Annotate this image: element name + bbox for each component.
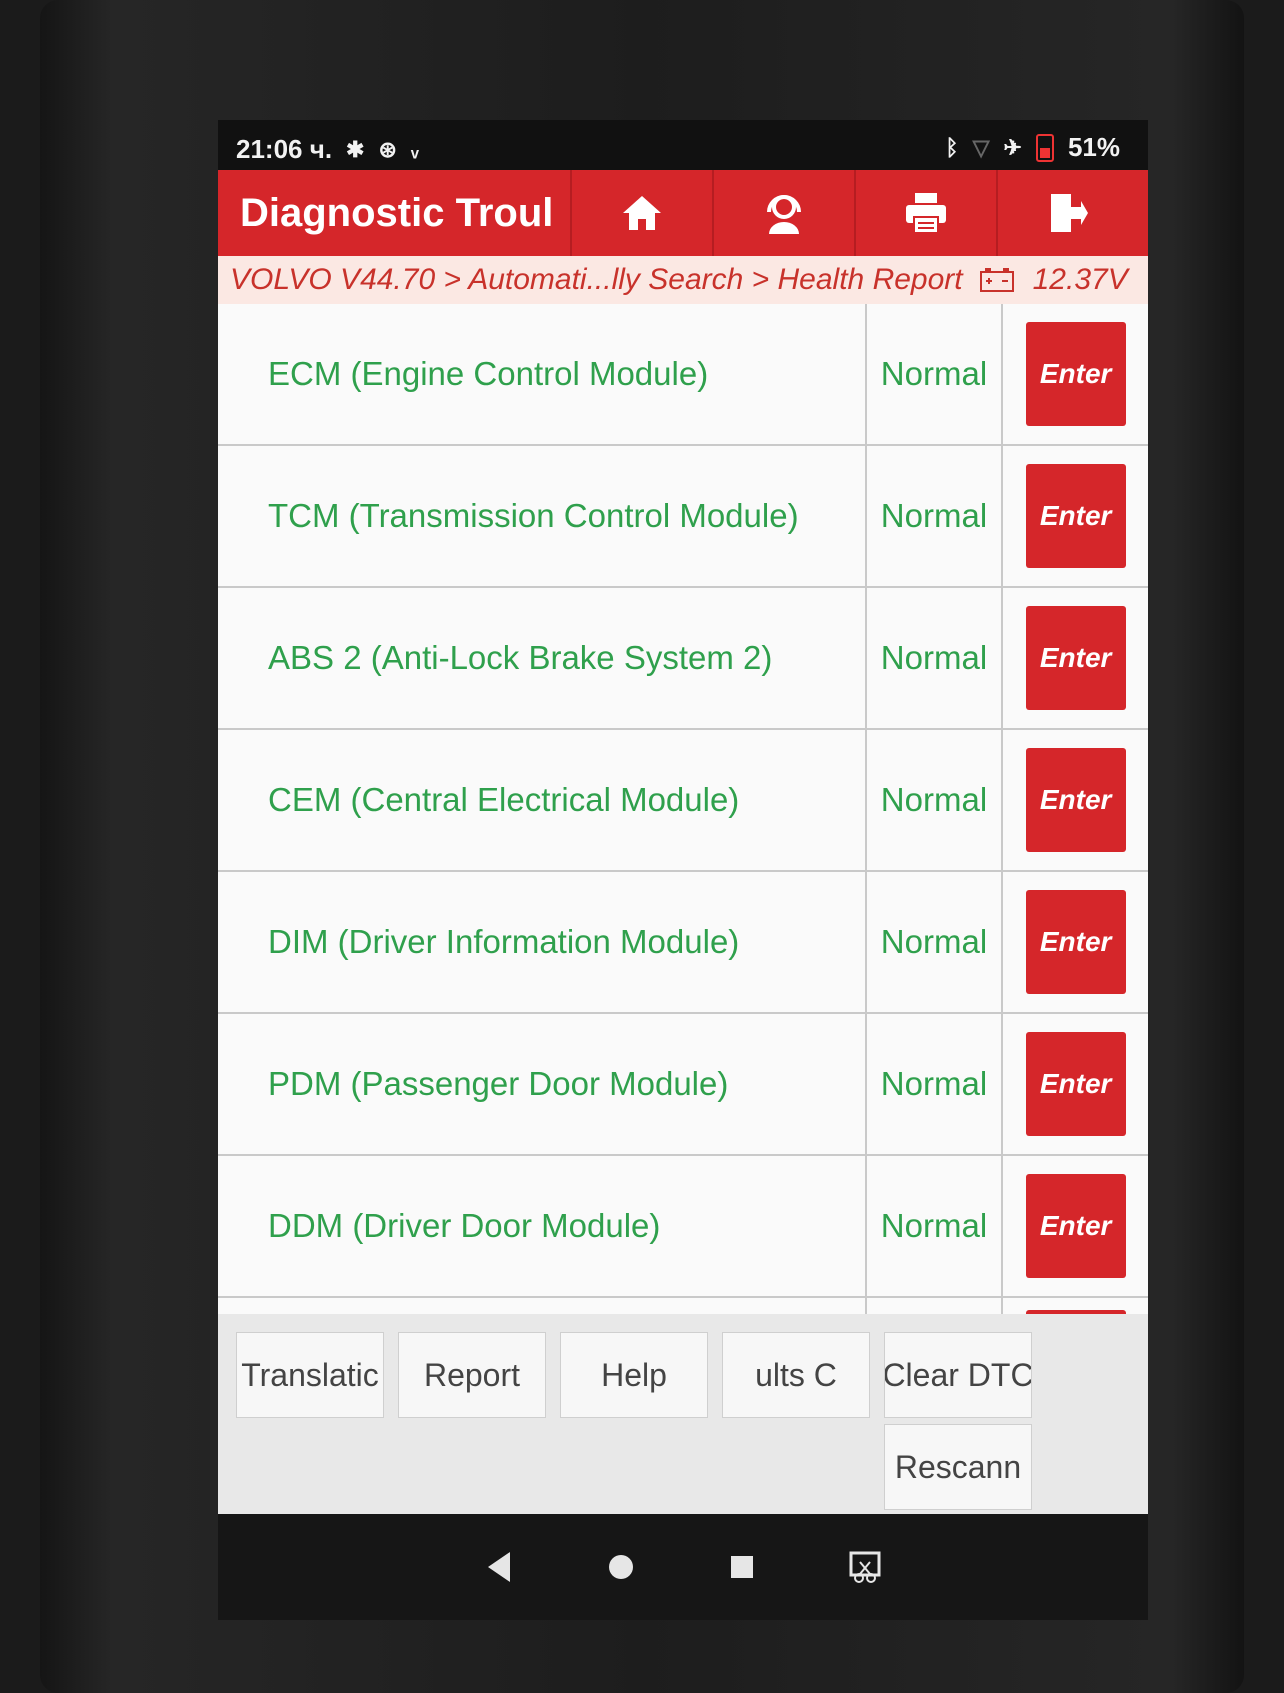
home-nav-icon[interactable]: [606, 1552, 636, 1582]
module-name: PDM (Passenger Door Module): [218, 1014, 867, 1154]
support-button[interactable]: [712, 170, 854, 256]
module-status: Normal: [867, 588, 1004, 728]
table-row: ABS 2 (Anti-Lock Brake System 2) Normal …: [218, 588, 1148, 730]
home-icon: [623, 196, 661, 230]
module-name: CEM (Central Electrical Module): [218, 730, 867, 870]
module-status-empty: [867, 1298, 1004, 1314]
home-button[interactable]: [570, 170, 712, 256]
clear-dtc-button[interactable]: Clear DTC: [884, 1332, 1032, 1418]
exit-button[interactable]: [996, 170, 1138, 256]
battery-voltage: 12.37V: [1032, 263, 1128, 296]
recents-icon[interactable]: [728, 1553, 756, 1581]
app-header: Diagnostic Troul: [218, 170, 1148, 256]
enter-button[interactable]: Enter: [1025, 322, 1126, 426]
report-button[interactable]: Report: [398, 1332, 546, 1418]
module-status: Normal: [867, 730, 1004, 870]
help-button[interactable]: Help: [560, 1332, 708, 1418]
module-name: DDM (Driver Door Module): [218, 1156, 867, 1296]
enter-button[interactable]: Enter: [1025, 606, 1126, 710]
table-row: ECM (Engine Control Module) Normal Enter: [218, 304, 1148, 446]
results-button[interactable]: ults C: [722, 1332, 870, 1418]
wifi-icon: ▽: [972, 134, 990, 160]
rescan-button[interactable]: Rescann: [884, 1424, 1032, 1510]
table-row-partial: [218, 1298, 1148, 1314]
module-name: ABS 2 (Anti-Lock Brake System 2): [218, 588, 867, 728]
table-row: DIM (Driver Information Module) Normal E…: [218, 872, 1148, 1014]
battery-icon: [1035, 133, 1054, 162]
back-icon[interactable]: [484, 1550, 514, 1584]
airplane-icon: ✈: [1003, 134, 1022, 160]
translation-button[interactable]: Translatic: [236, 1332, 384, 1418]
print-button[interactable]: [854, 170, 996, 256]
support-agent-icon: [767, 195, 801, 234]
print-icon: [906, 193, 946, 234]
screenshot-icon[interactable]: [848, 1550, 882, 1584]
table-row: TCM (Transmission Control Module) Normal…: [218, 446, 1148, 588]
module-status: Normal: [867, 304, 1004, 444]
table-row: CEM (Central Electrical Module) Normal E…: [218, 730, 1148, 872]
clock: 21:06 ч.: [236, 134, 333, 164]
module-name: ECM (Engine Control Module): [218, 304, 867, 444]
table-row: PDM (Passenger Door Module) Normal Enter: [218, 1014, 1148, 1156]
diagnostic-icon: ᵥ: [410, 136, 419, 162]
enter-button[interactable]: Enter: [1025, 890, 1126, 994]
accessibility-icon: ⊛: [378, 136, 397, 162]
module-name-empty: [218, 1298, 867, 1314]
page-title: Diagnostic Troul: [240, 191, 554, 235]
status-bar: 21:06 ч. ✱ ⊛ ᵥ ᛒ ▽ ✈ 51%: [218, 120, 1148, 170]
module-status: Normal: [867, 1156, 1004, 1296]
exit-icon: [1051, 194, 1088, 232]
module-status: Normal: [867, 446, 1004, 586]
car-battery-icon: [979, 268, 1014, 292]
enter-button[interactable]: Enter: [1025, 464, 1126, 568]
module-list: ECM (Engine Control Module) Normal Enter…: [218, 304, 1148, 1314]
table-row: DDM (Driver Door Module) Normal Enter: [218, 1156, 1148, 1298]
enter-button[interactable]: Enter: [1025, 748, 1126, 852]
enter-button[interactable]: Enter: [1025, 1032, 1126, 1136]
breadcrumb: VOLVO V44.70 > Automati...lly Search > H…: [218, 256, 1148, 304]
enter-button[interactable]: Enter: [1025, 1174, 1126, 1278]
settings-icon: ✱: [346, 136, 365, 162]
module-name: DIM (Driver Information Module): [218, 872, 867, 1012]
bluetooth-icon: ᛒ: [945, 134, 959, 160]
module-name: TCM (Transmission Control Module): [218, 446, 867, 586]
module-status: Normal: [867, 1014, 1004, 1154]
system-nav-bar: [218, 1514, 1148, 1620]
module-status: Normal: [867, 872, 1004, 1012]
battery-percent: 51%: [1067, 132, 1120, 162]
device-screen: 21:06 ч. ✱ ⊛ ᵥ ᛒ ▽ ✈ 51% Diagnostic Trou…: [218, 120, 1148, 1620]
breadcrumb-path: VOLVO V44.70 > Automati...lly Search > H…: [230, 263, 963, 296]
function-bar: Translatic Report Help ults C Clear DTC …: [218, 1314, 1148, 1514]
